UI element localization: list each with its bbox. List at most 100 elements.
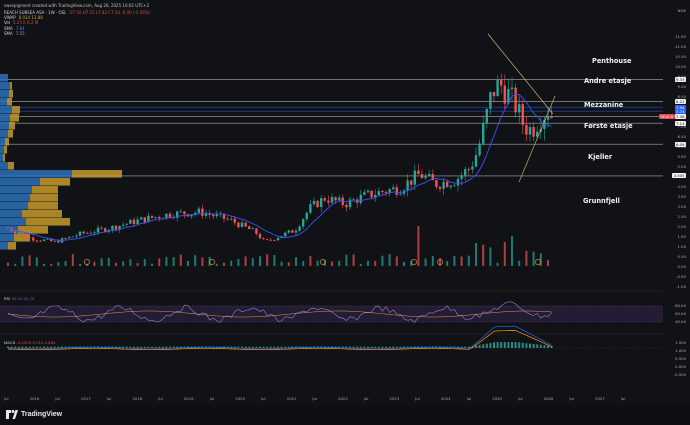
rsi-tick-label: 80.00 — [675, 303, 686, 308]
candle-body — [377, 190, 380, 196]
candle-body — [204, 213, 208, 216]
price-tick-label: 1.00 — [677, 244, 686, 249]
time-tick-label: 2024 — [440, 396, 451, 401]
time-tick-label: Jul — [312, 396, 317, 401]
price-tick-label: 5.50 — [677, 154, 686, 159]
candle-body — [291, 230, 294, 233]
volume-profile-bar — [0, 210, 22, 218]
volume-profile-bar — [10, 82, 12, 90]
volume-bar — [143, 259, 146, 266]
volume-profile-bar — [5, 138, 9, 146]
candle-body — [518, 104, 521, 113]
candle-body — [294, 230, 298, 233]
rsi-tick-label: 40.00 — [675, 319, 686, 324]
macd-histogram-bar — [133, 346, 135, 348]
volume-profile-bar — [0, 122, 9, 130]
candle-body — [503, 85, 506, 104]
brand-logo[interactable]: TradingView — [6, 410, 62, 419]
candle-body — [485, 109, 488, 124]
candle-body — [302, 219, 305, 227]
volume-bar — [100, 258, 103, 266]
candle-body — [316, 201, 319, 208]
macd-histogram-bar — [363, 346, 366, 348]
volume-bar — [467, 255, 470, 266]
volume-bar — [223, 262, 225, 266]
tradingview-logo-icon — [6, 410, 18, 419]
candle-body — [57, 240, 60, 243]
volume-bar — [352, 254, 355, 266]
macd-histogram-bar — [485, 343, 488, 348]
volume-profile-bar — [0, 130, 8, 138]
candle-body — [276, 237, 280, 241]
macd-tick-label: 1.500 — [675, 340, 686, 345]
time-tick-label: Jul — [518, 396, 523, 401]
candle-body — [96, 227, 100, 233]
volume-profile-bar — [3, 154, 5, 162]
macd-histogram-bar — [32, 346, 35, 348]
macd-histogram-bar — [21, 346, 24, 348]
candle-body — [32, 237, 35, 241]
volume-bar — [453, 255, 456, 266]
footer-bar: TradingView — [0, 405, 690, 425]
candle-body — [284, 232, 287, 237]
candle-body — [384, 191, 388, 194]
macd-line — [7, 325, 552, 350]
volume-bar — [331, 261, 333, 266]
candle-body — [392, 187, 395, 190]
macd-label[interactable]: MACD — [4, 340, 15, 345]
time-tick-label: Jul — [569, 396, 574, 401]
candle-body — [158, 216, 161, 219]
price-tick-label: 4.00 — [677, 184, 686, 189]
ohlc-values: O7.50 H7.55 L7.42 C7.50 -0.40 (-5.06%) — [69, 10, 151, 15]
price-tick-label: 0.00 — [677, 264, 686, 269]
candle-body — [474, 155, 478, 167]
price-tag: REACH — [658, 113, 675, 119]
candle-body — [370, 190, 373, 198]
price-axis[interactable]: NOK 11.5011.0010.5010.009.509.008.508.00… — [658, 0, 690, 406]
macd-histogram-bar — [43, 346, 45, 348]
macd-histogram-bar — [500, 342, 503, 348]
time-tick-label: 2021 — [286, 396, 297, 401]
macd-histogram-bar — [57, 346, 60, 348]
macd-histogram-bar — [381, 346, 384, 348]
rsi-label[interactable]: RSI — [4, 296, 10, 301]
macd-histogram-bar — [493, 342, 495, 348]
rsi-band — [0, 306, 663, 322]
volume-bar — [367, 260, 369, 266]
candle-body — [428, 173, 431, 176]
volume-bar — [359, 263, 362, 266]
volume-bar — [503, 241, 506, 266]
candle-body — [111, 225, 114, 230]
macd-histogram-bar — [370, 346, 373, 348]
volume-bar — [338, 260, 341, 266]
candle-body — [420, 174, 424, 179]
sma2-label[interactable]: SMA — [4, 31, 13, 36]
macd-histogram-bar — [280, 346, 283, 348]
macd-histogram-bar — [158, 346, 161, 348]
volume-profile-bar — [0, 202, 28, 210]
price-tick-label: 1.50 — [677, 234, 686, 239]
volume-bar — [136, 263, 139, 266]
time-tick-label: Jul — [620, 396, 626, 401]
price-tick-label: 11.00 — [675, 44, 686, 49]
volume-bar — [547, 259, 549, 266]
volume-bar — [194, 255, 197, 266]
candle-body — [417, 170, 420, 175]
volume-bar — [35, 257, 38, 266]
candle-body — [496, 79, 499, 97]
macd-histogram-bar — [17, 346, 20, 348]
series-legend: REACH SUBSEA ASA · 1W · OSL O7.50 H7.55 … — [4, 10, 150, 36]
candle-body — [89, 232, 92, 234]
volume-profile-bar — [28, 202, 58, 210]
time-tick-label: 2026 — [543, 396, 554, 401]
time-tick-label: 2022 — [338, 396, 348, 401]
volume-bar — [532, 251, 535, 266]
price-tick-label: 10.50 — [675, 54, 686, 59]
macd-histogram-bar — [392, 346, 395, 348]
macd-histogram-bar — [518, 342, 521, 348]
chart-canvas[interactable] — [0, 0, 663, 395]
macd-histogram-bar — [25, 346, 27, 348]
volume-bar — [50, 263, 53, 266]
macd-histogram-bar — [525, 343, 528, 348]
time-axis[interactable]: Jul 2016 Jul 2017 Jul 2018 Jul 2019 Jul 2020 Jul 20… — [0, 395, 663, 405]
